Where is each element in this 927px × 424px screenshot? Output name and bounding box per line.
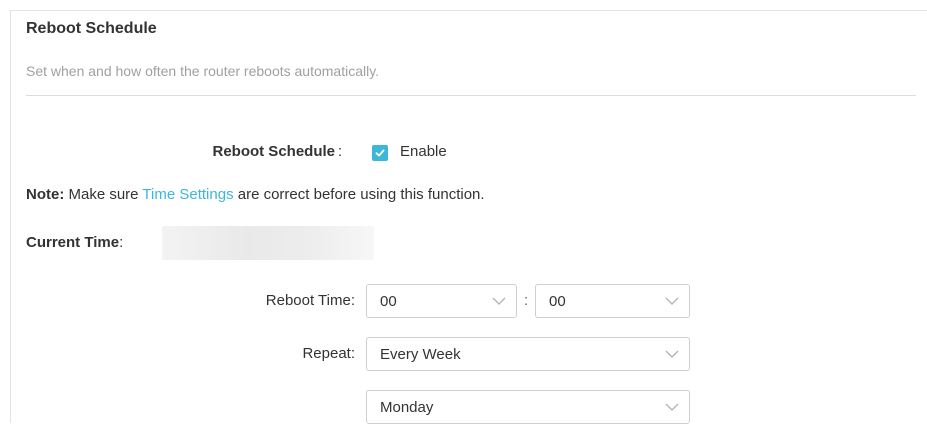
enable-label[interactable]: Enable bbox=[400, 143, 447, 160]
time-settings-link[interactable]: Time Settings bbox=[142, 186, 233, 203]
chevron-down-icon bbox=[655, 403, 689, 411]
chevron-down-icon bbox=[655, 350, 689, 358]
current-time-colon: : bbox=[119, 234, 124, 251]
repeat-label: Repeat: bbox=[302, 345, 355, 362]
section-title: Reboot Schedule bbox=[26, 20, 157, 37]
reboot-minute-value: 00 bbox=[549, 292, 566, 310]
note-prefix: Note: bbox=[26, 186, 65, 203]
repeat-select[interactable]: Every Week bbox=[366, 337, 690, 371]
current-time-value-redacted bbox=[162, 226, 374, 260]
repeat-value: Every Week bbox=[380, 345, 461, 363]
note-text-before: Make sure bbox=[64, 186, 143, 203]
reboot-hour-value: 00 bbox=[380, 292, 397, 310]
current-time-label: Current Time bbox=[26, 234, 120, 251]
chevron-down-icon bbox=[482, 297, 516, 305]
time-separator: : bbox=[524, 292, 529, 309]
chevron-down-icon bbox=[655, 297, 689, 305]
panel-top-border bbox=[10, 10, 927, 11]
note-text-after: are correct before using this function. bbox=[233, 186, 485, 203]
current-time-label-group: Current Time: bbox=[26, 234, 123, 251]
reboot-time-label: Reboot Time: bbox=[265, 292, 355, 309]
section-divider bbox=[26, 95, 916, 96]
reboot-hour-select[interactable]: 00 bbox=[366, 284, 517, 318]
reboot-schedule-label: Reboot Schedule bbox=[212, 143, 335, 160]
check-icon bbox=[375, 149, 385, 157]
repeat-day-select[interactable]: Monday bbox=[366, 390, 690, 424]
section-description: Set when and how often the router reboot… bbox=[26, 63, 380, 79]
reboot-schedule-colon: : bbox=[337, 143, 343, 160]
reboot-schedule-label-group: Reboot Schedule: bbox=[212, 143, 345, 160]
enable-checkbox[interactable] bbox=[372, 145, 388, 161]
note-text: Note: Make sure Time Settings are correc… bbox=[26, 186, 485, 203]
repeat-day-value: Monday bbox=[380, 398, 434, 416]
panel-left-border bbox=[10, 10, 11, 423]
reboot-minute-select[interactable]: 00 bbox=[535, 284, 690, 318]
